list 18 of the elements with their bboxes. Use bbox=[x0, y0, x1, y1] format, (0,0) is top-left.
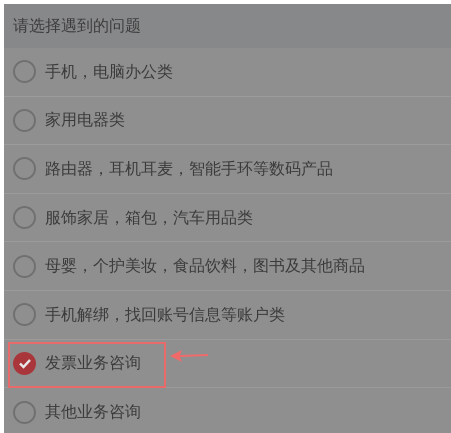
option-label[interactable]: 路由器，耳机耳麦，智能手环等数码产品 bbox=[45, 156, 333, 181]
option-label[interactable]: 手机解绑，找回账号信息等账户类 bbox=[45, 302, 285, 327]
radio-button[interactable] bbox=[13, 206, 36, 230]
radio-button[interactable] bbox=[13, 400, 36, 424]
option-label[interactable]: 手机，电脑办公类 bbox=[45, 60, 173, 84]
option-label[interactable]: 发票业务咨询 bbox=[45, 351, 141, 376]
option-label[interactable]: 母婴，个护美妆，食品饮料，图书及其他商品 bbox=[45, 254, 365, 278]
radio-button[interactable] bbox=[13, 157, 36, 180]
radio-button[interactable] bbox=[13, 60, 36, 84]
section-title: 请选择遇到的问题 bbox=[13, 15, 141, 37]
option-label[interactable]: 其他业务咨询 bbox=[45, 400, 141, 424]
radio-button[interactable] bbox=[13, 303, 36, 326]
radio-button[interactable] bbox=[13, 254, 36, 278]
option-label[interactable]: 家用电器类 bbox=[45, 108, 125, 132]
radio-button[interactable] bbox=[13, 108, 36, 132]
checked-radio-icon[interactable] bbox=[13, 352, 36, 375]
arrow-icon bbox=[170, 350, 208, 362]
option-label[interactable]: 服饰家居，箱包，汽车用品类 bbox=[45, 206, 253, 230]
